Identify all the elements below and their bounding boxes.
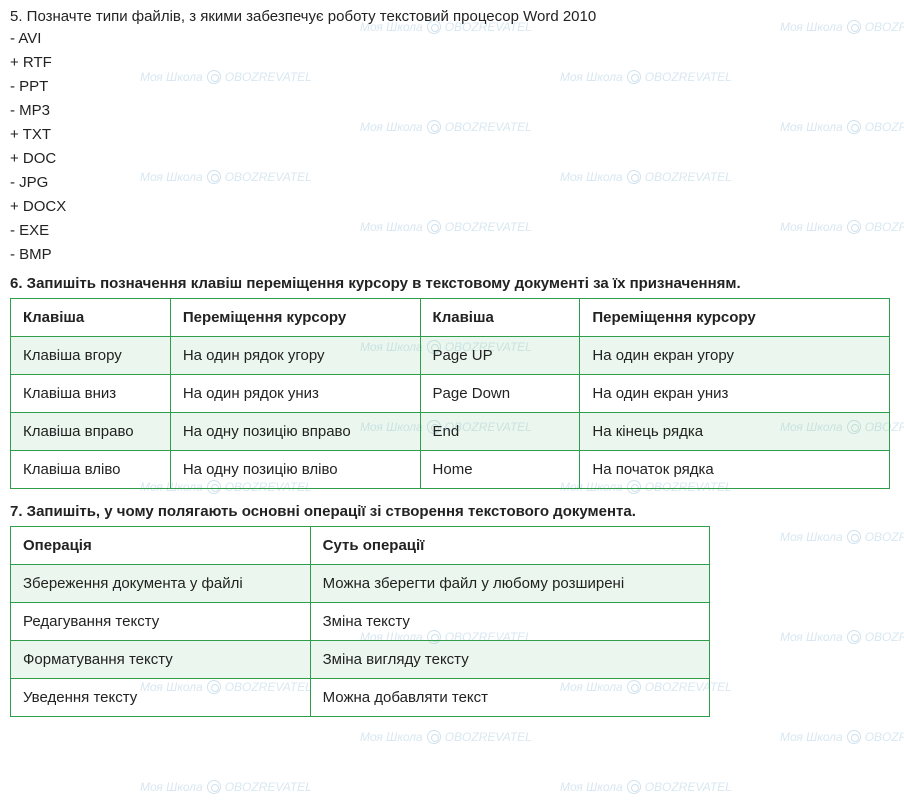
option: - JPG	[10, 171, 894, 195]
table-cell: Можна добавляти текст	[310, 679, 709, 717]
table-cell: На один рядок угору	[170, 337, 420, 375]
table-cell: Збереження документа у файлі	[11, 565, 311, 603]
table-row: Форматування тексту Зміна вигляду тексту	[11, 641, 710, 679]
table-cell: На один екран угору	[580, 337, 890, 375]
table-row: Уведення тексту Можна добавляти текст	[11, 679, 710, 717]
option: - MP3	[10, 99, 894, 123]
table-header: Клавіша	[11, 299, 171, 337]
table-cell: Уведення тексту	[11, 679, 311, 717]
question-6-title: 6. Запишіть позначення клавіш переміщенн…	[10, 275, 894, 292]
table-row: Клавіша вліво На одну позицію вліво Home…	[11, 451, 890, 489]
table-row: Клавіша вниз На один рядок униз Page Dow…	[11, 375, 890, 413]
table-cell: Редагування тексту	[11, 603, 311, 641]
option: + DOC	[10, 147, 894, 171]
table-cell: Форматування тексту	[11, 641, 311, 679]
table-cell: На один екран униз	[580, 375, 890, 413]
table-cell: Зміна тексту	[310, 603, 709, 641]
table-header-row: Клавіша Переміщення курсору Клавіша Пере…	[11, 299, 890, 337]
table-cell: Page UP	[420, 337, 580, 375]
table-header-row: Операція Суть операції	[11, 527, 710, 565]
table-cell: На початок рядка	[580, 451, 890, 489]
option: - BMP	[10, 243, 894, 267]
table-row: Редагування тексту Зміна тексту	[11, 603, 710, 641]
table-row: Збереження документа у файлі Можна збере…	[11, 565, 710, 603]
question-7-title: 7. Запишіть, у чому полягають основні оп…	[10, 503, 894, 520]
question-5-title: 5. Позначте типи файлів, з якими забезпе…	[10, 8, 894, 25]
table-cell: На одну позицію вліво	[170, 451, 420, 489]
table-cell: На одну позицію вправо	[170, 413, 420, 451]
question-5-options: - AVI + RTF - PPT - MP3 + TXT + DOC - JP…	[10, 27, 894, 267]
option: + DOCX	[10, 195, 894, 219]
table-row: Клавіша вправо На одну позицію вправо En…	[11, 413, 890, 451]
table-cell: Home	[420, 451, 580, 489]
table-header: Операція	[11, 527, 311, 565]
option: - AVI	[10, 27, 894, 51]
table-cell: Клавіша вниз	[11, 375, 171, 413]
question-7-table: Операція Суть операції Збереження докуме…	[10, 526, 710, 717]
table-cell: Page Down	[420, 375, 580, 413]
table-cell: Клавіша вгору	[11, 337, 171, 375]
question-6-table: Клавіша Переміщення курсору Клавіша Пере…	[10, 298, 890, 489]
table-cell: End	[420, 413, 580, 451]
table-cell: Можна зберегти файл у любому розширені	[310, 565, 709, 603]
option: - EXE	[10, 219, 894, 243]
table-cell: На кінець рядка	[580, 413, 890, 451]
table-cell: Клавіша вліво	[11, 451, 171, 489]
option: - PPT	[10, 75, 894, 99]
table-header: Переміщення курсору	[580, 299, 890, 337]
table-cell: Зміна вигляду тексту	[310, 641, 709, 679]
table-row: Клавіша вгору На один рядок угору Page U…	[11, 337, 890, 375]
table-header: Клавіша	[420, 299, 580, 337]
option: + RTF	[10, 51, 894, 75]
table-header: Переміщення курсору	[170, 299, 420, 337]
table-cell: Клавіша вправо	[11, 413, 171, 451]
option: + TXT	[10, 123, 894, 147]
table-cell: На один рядок униз	[170, 375, 420, 413]
table-header: Суть операції	[310, 527, 709, 565]
